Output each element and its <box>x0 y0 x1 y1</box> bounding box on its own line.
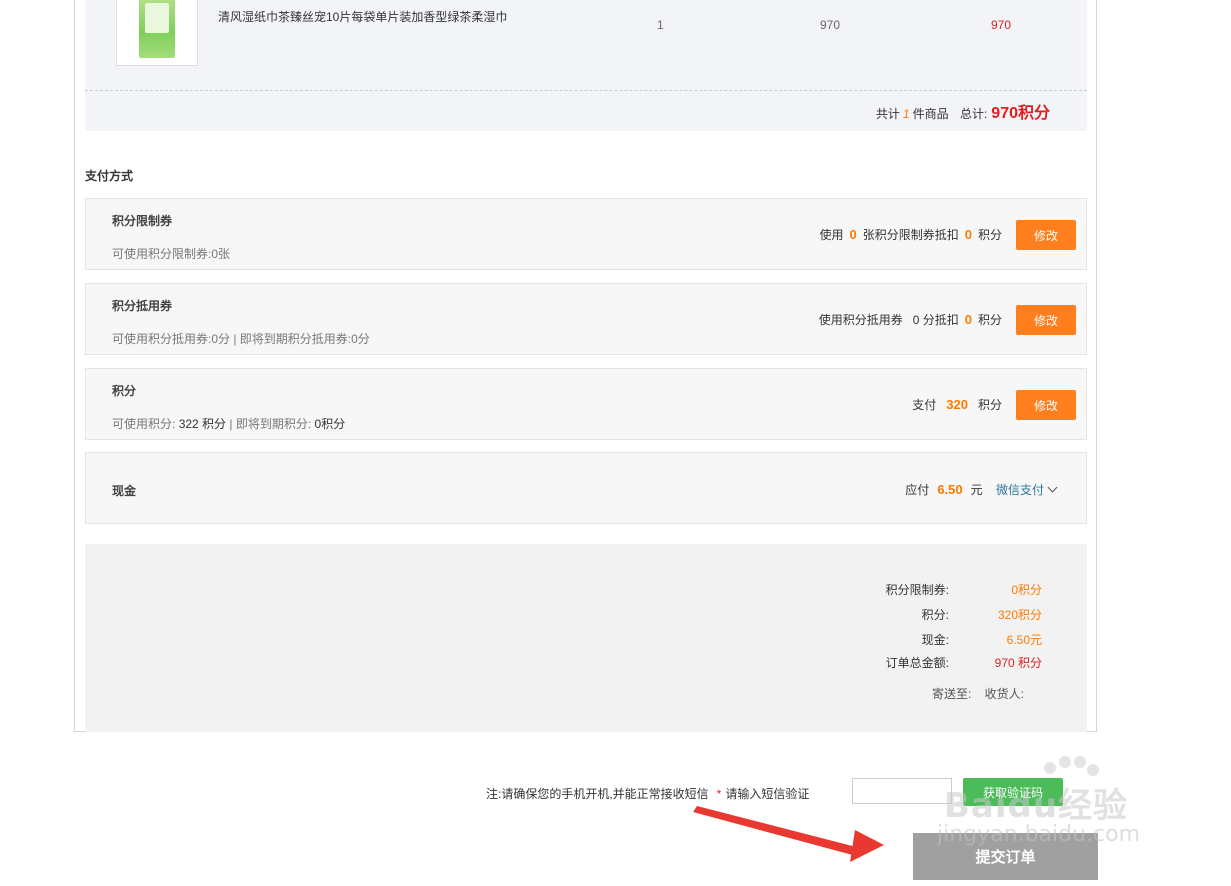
watermark-url: jingyan.baidu.com <box>937 822 1141 847</box>
annotation-arrow-icon <box>693 806 884 862</box>
watermark: Baidu经验 jingyan.baidu.com <box>935 756 1175 856</box>
watermark-text: Baidu经验 <box>944 786 1129 826</box>
